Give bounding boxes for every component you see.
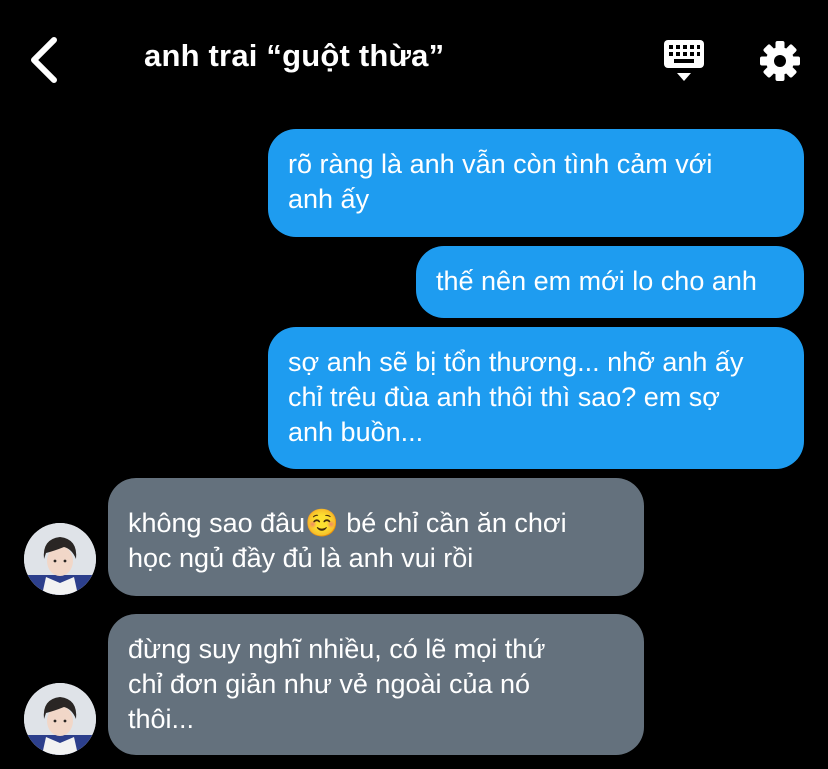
contact-avatar[interactable] bbox=[24, 523, 96, 595]
message-text-line: sợ anh sẽ bị tổn thương... nhỡ anh ấy bbox=[288, 347, 744, 377]
message-bubble-outgoing[interactable]: rõ ràng là anh vẫn còn tình cảm với anh … bbox=[268, 129, 804, 237]
chat-title: anh trai “guột thừa” bbox=[144, 38, 445, 73]
message-bubble-incoming[interactable]: đừng suy nghĩ nhiều, có lẽ mọi thứ chỉ đ… bbox=[108, 614, 644, 755]
message-text-line: không sao đâu☺️ bé chỉ cần ăn chơi bbox=[128, 508, 567, 538]
message-text-line: thôi... bbox=[128, 704, 195, 734]
message-text-line: đừng suy nghĩ nhiều, có lẽ mọi thứ bbox=[128, 634, 546, 664]
contact-avatar[interactable] bbox=[24, 683, 96, 755]
gear-icon bbox=[760, 41, 800, 81]
message-text-line: học ngủ đầy đủ là anh vui rồi bbox=[128, 543, 474, 573]
avatar-image bbox=[24, 683, 96, 755]
message-bubble-outgoing[interactable]: thế nên em mới lo cho anh bbox=[416, 246, 804, 318]
chevron-left-icon bbox=[31, 37, 57, 83]
message-bubble-incoming[interactable]: không sao đâu☺️ bé chỉ cần ăn chơi học n… bbox=[108, 478, 644, 596]
keyboard-button[interactable] bbox=[660, 38, 708, 84]
back-button[interactable] bbox=[22, 34, 66, 86]
message-text-line: anh buồn... bbox=[288, 417, 424, 447]
chat-header: anh trai “guột thừa” bbox=[0, 0, 828, 120]
message-text-line: thế nên em mới lo cho anh bbox=[436, 266, 757, 296]
message-text-line: chỉ trêu đùa anh thôi thì sao? em sợ bbox=[288, 382, 720, 412]
keyboard-icon bbox=[664, 40, 704, 81]
message-text-line: chỉ đơn giản như vẻ ngoài của nó bbox=[128, 669, 531, 699]
settings-button[interactable] bbox=[757, 38, 803, 84]
message-text-line: anh ấy bbox=[288, 184, 370, 214]
message-text-line: rõ ràng là anh vẫn còn tình cảm với bbox=[288, 149, 713, 179]
message-bubble-outgoing[interactable]: sợ anh sẽ bị tổn thương... nhỡ anh ấy ch… bbox=[268, 327, 804, 469]
avatar-image bbox=[24, 523, 96, 595]
